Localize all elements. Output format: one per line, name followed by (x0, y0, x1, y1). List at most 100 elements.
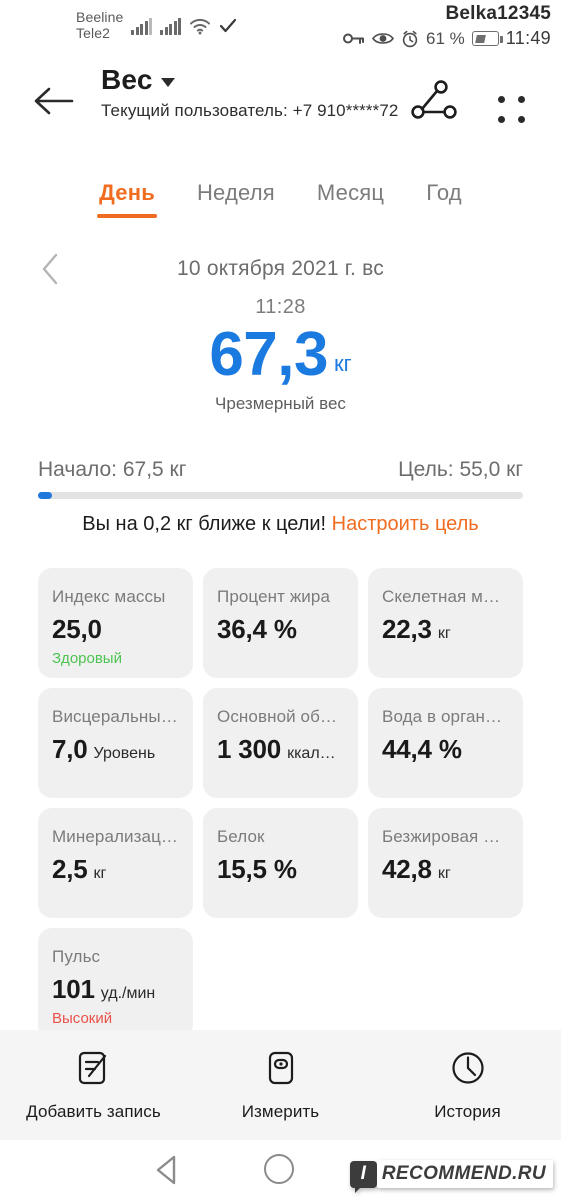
key-icon (343, 31, 365, 46)
metric-label: Основной об… (217, 707, 338, 726)
clock-icon (449, 1049, 487, 1092)
nav-label: Добавить запись (26, 1101, 161, 1121)
metric-card-bmr[interactable]: Основной об… 1 300 ккал… (203, 688, 358, 798)
metric-value: 2,5 (52, 854, 88, 884)
chevron-left-icon[interactable] (38, 252, 64, 286)
carrier-names: Beeline Tele2 (76, 10, 123, 41)
tab-month[interactable]: Месяц (311, 178, 390, 220)
alarm-clock-icon (401, 30, 419, 48)
app-screen: Beeline Tele2 Belka12345 61 % 11:49 Вес … (0, 0, 561, 1200)
metric-value: 22,3 (382, 614, 432, 644)
metric-unit: кг (93, 865, 107, 882)
page-title-row[interactable]: Вес (101, 64, 398, 96)
metric-card-skeletal-muscle[interactable]: Скелетная м… 22,3 кг (368, 568, 523, 678)
configure-goal-link[interactable]: Настроить цель (332, 513, 479, 535)
metric-value: 44,4 % (382, 734, 462, 764)
metric-label: Висцеральны… (52, 707, 178, 726)
page-title: Вес (101, 64, 153, 95)
metric-value: 101 (52, 974, 95, 1004)
watermark: I RECOMMEND.RU (349, 1160, 553, 1193)
weight-row: 67,3 кг (0, 320, 561, 389)
tab-week[interactable]: Неделя (191, 178, 281, 220)
nav-label: Измерить (241, 1101, 320, 1121)
status-clock: 11:49 (505, 28, 551, 48)
metrics-grid: Индекс массы 25,0 Здоровый Процент жира … (38, 568, 523, 1038)
goal-message: Вы на 0,2 кг ближе к цели! (82, 513, 327, 535)
status-bar-right: Belka12345 61 % 11:49 (343, 4, 551, 49)
metric-unit: ккал… (287, 745, 336, 762)
metric-unit: кг (437, 865, 451, 882)
carrier-1: Beeline (76, 9, 124, 26)
metric-label: Безжировая … (382, 827, 501, 846)
app-bar: Вес Текущий пользователь: +7 910*****72 (0, 58, 561, 154)
nav-history[interactable]: История (374, 1049, 561, 1122)
metric-card-heart-rate[interactable]: Пульс 101 уд./мин Высокий (38, 928, 193, 1038)
nav-add-record[interactable]: Добавить запись (0, 1049, 187, 1122)
metric-card-visceral-fat[interactable]: Висцеральны… 7,0 Уровень (38, 688, 193, 798)
metric-label: Белок (217, 827, 265, 846)
system-home-icon[interactable] (264, 1154, 294, 1184)
current-date: 10 октября 2021 г. вс (177, 257, 384, 280)
goal-labels: Начало: 67,5 кг Цель: 55,0 кг (0, 458, 561, 482)
metric-label: Пульс (52, 947, 101, 966)
goal-progress-fill (38, 492, 52, 499)
bottom-nav: Добавить запись Измерить История (0, 1030, 561, 1140)
nav-measure[interactable]: Измерить (187, 1049, 374, 1122)
weight-status: Чрезмерный вес (215, 393, 346, 413)
metric-value: 7,0 (52, 734, 88, 764)
battery-percent: 61 % (426, 28, 465, 48)
goal-start-label: Начало: 67,5 кг (38, 458, 187, 481)
metric-value: 25,0 (52, 614, 102, 644)
tab-year[interactable]: Год (420, 178, 468, 220)
watermark-text: RECOMMEND.RU (376, 1160, 553, 1188)
metric-note: Высокий (52, 1010, 113, 1027)
goal-progress-bar (38, 492, 523, 499)
check-icon (219, 18, 237, 34)
metric-label: Вода в орган… (382, 707, 503, 726)
back-arrow-icon[interactable] (34, 84, 76, 118)
chevron-down-icon[interactable] (160, 78, 175, 87)
watermark-badge: I (349, 1160, 377, 1193)
metric-label: Минерализац… (52, 827, 179, 846)
nav-label: История (434, 1101, 501, 1121)
signal-icon (131, 17, 153, 35)
metric-label: Процент жира (217, 587, 331, 606)
goal-target-label: Цель: 55,0 кг (398, 458, 523, 481)
weight-unit: кг (334, 350, 352, 376)
system-nav-bar: I RECOMMEND.RU (0, 1140, 561, 1200)
metric-card-body-fat[interactable]: Процент жира 36,4 % (203, 568, 358, 678)
date-navigator: 10 октября 2021 г. вс (0, 248, 561, 290)
metric-card-bone-mass[interactable]: Минерализац… 2,5 кг (38, 808, 193, 918)
metric-card-fat-free-mass[interactable]: Безжировая … 42,8 кг (368, 808, 523, 918)
goal-message-row: Вы на 0,2 кг ближе к цели! Настроить цел… (0, 513, 561, 536)
more-options-icon[interactable] (498, 96, 525, 123)
wifi-icon (189, 17, 211, 35)
goal-section: Начало: 67,5 кг Цель: 55,0 кг Вы на 0,2 … (0, 458, 561, 536)
metric-label: Индекс массы (52, 587, 166, 606)
system-back-icon[interactable] (152, 1154, 184, 1191)
status-bar: Beeline Tele2 Belka12345 61 % 11:49 (0, 0, 561, 52)
tab-day[interactable]: День (93, 178, 161, 220)
metric-value: 1 300 (217, 734, 282, 764)
metric-card-body-water[interactable]: Вода в орган… 44,4 % (368, 688, 523, 798)
metric-value: 42,8 (382, 854, 432, 884)
signal-icon (160, 17, 182, 35)
share-icon[interactable] (405, 78, 459, 137)
account-name: Belka12345 (445, 3, 551, 24)
title-block: Вес Текущий пользователь: +7 910*****72 (101, 64, 398, 121)
carrier-2: Tele2 (76, 25, 110, 41)
metric-card-protein[interactable]: Белок 15,5 % (203, 808, 358, 918)
metric-value: 36,4 % (217, 614, 297, 644)
measurement-time: 11:28 (255, 296, 306, 318)
metric-card-bmi[interactable]: Индекс массы 25,0 Здоровый (38, 568, 193, 678)
weight-hero: 11:28 67,3 кг Чрезмерный вес (0, 296, 561, 414)
period-tabs: День Неделя Месяц Год (0, 178, 561, 220)
metric-label: Скелетная м… (382, 587, 501, 606)
battery-icon (471, 31, 503, 46)
weight-value: 67,3 (209, 320, 328, 389)
metric-unit: кг (437, 625, 451, 642)
metric-value: 15,5 % (217, 854, 297, 884)
metric-unit: Уровень (93, 745, 156, 762)
current-user-subtitle: Текущий пользователь: +7 910*****72 (101, 101, 399, 120)
metric-note: Здоровый (52, 650, 122, 667)
